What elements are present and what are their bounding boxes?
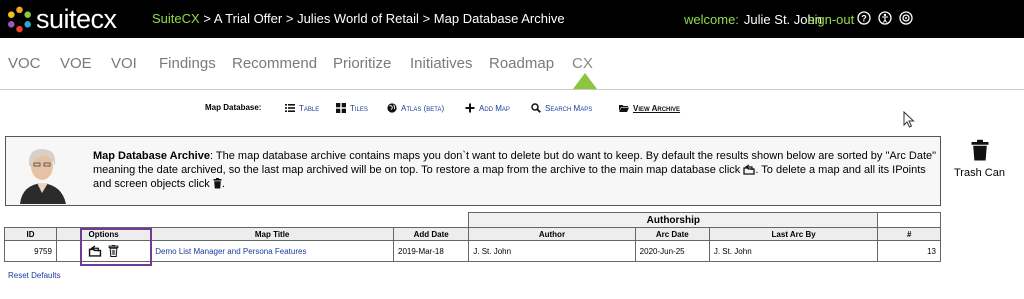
breadcrumb-separator: > (203, 11, 214, 26)
col-arc-date-header[interactable]: Arc Date (634, 227, 710, 241)
row-count: 13 (877, 240, 941, 262)
authorship-header: Authorship (468, 212, 879, 228)
table-view-label: Table (299, 103, 320, 113)
row-add-date: 2019-Mar-18 (392, 240, 470, 262)
tiles-icon (336, 103, 346, 113)
row-id: 9759 (4, 240, 57, 262)
archive-info-title: Map Database Archive (93, 150, 210, 162)
col-map-title-header[interactable]: Map Title (150, 227, 394, 241)
table-group-spacer-right (877, 212, 941, 228)
search-maps-label: Search Maps (545, 103, 593, 113)
reset-defaults-link[interactable]: Reset Defaults (8, 271, 60, 280)
svg-text:?: ? (861, 14, 867, 24)
map-database-label: Map Database: (205, 103, 262, 112)
add-map-label: Add Map (479, 103, 510, 113)
restore-icon (743, 164, 756, 175)
search-maps-button[interactable]: Search Maps (531, 103, 592, 113)
trash-can-label[interactable]: Trash Can (954, 167, 1005, 179)
row-map-title: Demo List Manager and Persona Features (150, 240, 394, 262)
tab-voi[interactable]: VOI (111, 55, 137, 72)
help-icon[interactable]: ? (857, 11, 871, 25)
col-id-header[interactable]: ID (4, 227, 57, 241)
tab-roadmap[interactable]: Roadmap (489, 55, 554, 72)
view-archive-button[interactable]: View Archive (619, 103, 680, 113)
settings-icon[interactable] (899, 11, 913, 25)
col-author-header[interactable]: Author (468, 227, 636, 241)
main-nav: VOC VOE VOI Findings Recommend Prioritiz… (0, 38, 1024, 90)
list-icon (285, 104, 295, 112)
breadcrumb: SuiteCX > A Trial Offer > Julies World o… (152, 11, 565, 26)
tab-prioritize[interactable]: Prioritize (333, 55, 391, 72)
archive-info-body-3: . (221, 178, 225, 190)
tiles-view-label: Tiles (350, 103, 368, 113)
col-count-header[interactable]: # (877, 227, 941, 241)
logo-icon (8, 6, 31, 32)
tab-cx[interactable]: CX (572, 55, 593, 72)
row-author: J. St. John (468, 240, 636, 262)
trash-can-icon[interactable] (969, 139, 991, 161)
view-archive-label: View Archive (633, 103, 681, 113)
breadcrumb-current: Map Database Archive (433, 11, 565, 26)
options-highlight-box (80, 228, 152, 266)
archive-info-text: Map Database Archive: The map database a… (93, 149, 939, 191)
breadcrumb-julies-world[interactable]: Julies World of Retail (297, 11, 419, 26)
globe-icon (387, 103, 397, 113)
folder-open-icon (619, 105, 629, 112)
tab-voe[interactable]: VOE (60, 55, 92, 72)
search-icon (531, 103, 541, 113)
breadcrumb-separator: > (285, 11, 298, 26)
nav-divider (0, 89, 1024, 90)
row-arc-date: 2020-Jun-25 (634, 240, 710, 262)
logo-text: suitecx (36, 4, 117, 34)
plus-icon (465, 103, 475, 113)
col-last-arc-by-header[interactable]: Last Arc By (708, 227, 879, 241)
active-tab-indicator (573, 73, 597, 89)
add-map-button[interactable]: Add Map (465, 103, 510, 113)
breadcrumb-separator: > (422, 11, 434, 26)
top-bar: suitecx SuiteCX > A Trial Offer > Julies… (0, 0, 1024, 38)
mouse-cursor-icon (903, 111, 915, 128)
accessibility-icon[interactable] (878, 11, 892, 25)
atlas-view-label: Atlas (βeta) (401, 103, 445, 113)
tab-recommend[interactable]: Recommend (232, 55, 317, 72)
tiles-view-button[interactable]: Tiles (336, 103, 368, 113)
signout-link[interactable]: sign-out (808, 12, 854, 27)
table-view-button[interactable]: Table (285, 103, 319, 113)
tab-initiatives[interactable]: Initiatives (410, 55, 473, 72)
atlas-view-button[interactable]: Atlas (βeta) (387, 103, 444, 113)
welcome-text: welcome: Julie St. John (684, 12, 822, 27)
breadcrumb-trial-offer[interactable]: A Trial Offer (214, 11, 282, 26)
map-title-link[interactable]: Demo List Manager and Persona Features (155, 247, 306, 256)
suitecx-logo[interactable]: suitecx (6, 5, 117, 33)
table-group-header-row: Authorship (4, 212, 941, 228)
avatar-image (10, 139, 75, 204)
row-last-arc-by: J. St. John (708, 240, 879, 262)
col-add-date-header[interactable]: Add Date (392, 227, 470, 241)
breadcrumb-suitecx[interactable]: SuiteCX (152, 11, 200, 26)
delete-icon (213, 178, 222, 189)
tab-findings[interactable]: Findings (159, 55, 216, 72)
table-group-spacer (4, 212, 470, 228)
welcome-label: welcome: (684, 12, 739, 27)
tab-voc[interactable]: VOC (8, 55, 41, 72)
